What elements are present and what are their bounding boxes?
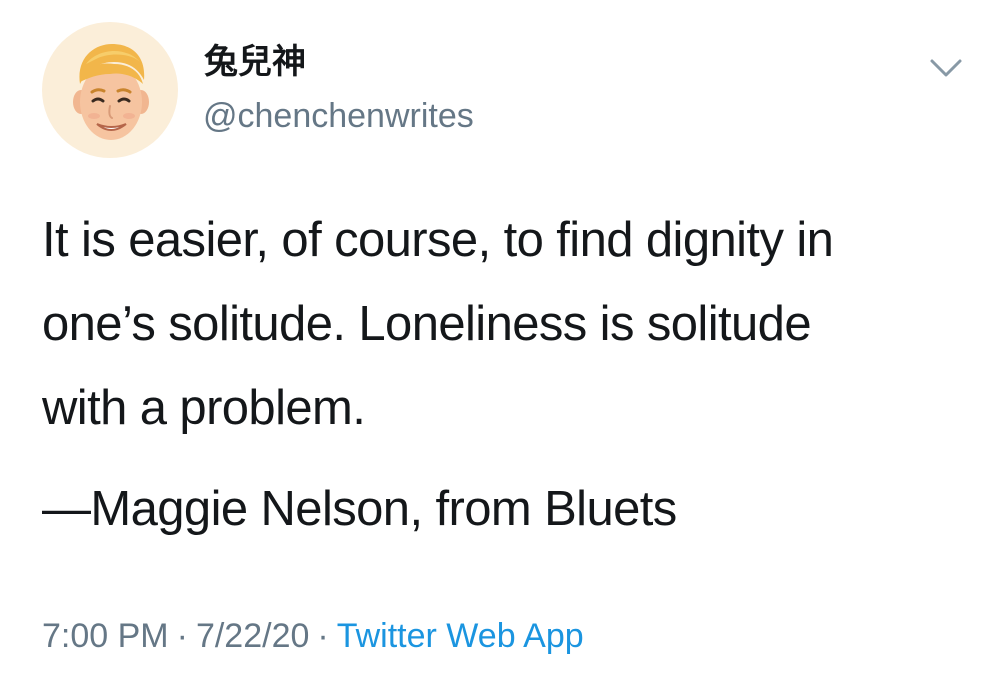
tweet-menu-button[interactable]	[926, 54, 966, 82]
memoji-avatar-icon	[73, 44, 149, 140]
tweet-text-line: with a problem.	[42, 381, 366, 435]
tweet-source-link[interactable]: Twitter Web App	[337, 617, 584, 655]
author-handle[interactable]: @chenchenwrites	[203, 94, 474, 138]
avatar[interactable]	[42, 22, 178, 158]
meta-separator: ·	[317, 617, 329, 655]
meta-separator: ·	[176, 617, 188, 655]
tweet-date[interactable]: 7/22/20	[196, 617, 309, 655]
tweet-metadata: 7:00 PM · 7/22/20 · Twitter Web App	[42, 613, 584, 659]
author-display-name[interactable]: 兔兒神	[204, 40, 306, 84]
tweet-time[interactable]: 7:00 PM	[42, 617, 169, 655]
tweet-text-line: It is easier, of course, to find dignity…	[42, 213, 834, 267]
tweet-text: It is easier, of course, to find dignity…	[42, 198, 962, 450]
tweet-text-line: one’s solitude. Loneliness is solitude	[42, 297, 812, 351]
tweet-attribution: —Maggie Nelson, from Bluets	[42, 482, 677, 536]
chevron-down-icon	[930, 59, 962, 77]
